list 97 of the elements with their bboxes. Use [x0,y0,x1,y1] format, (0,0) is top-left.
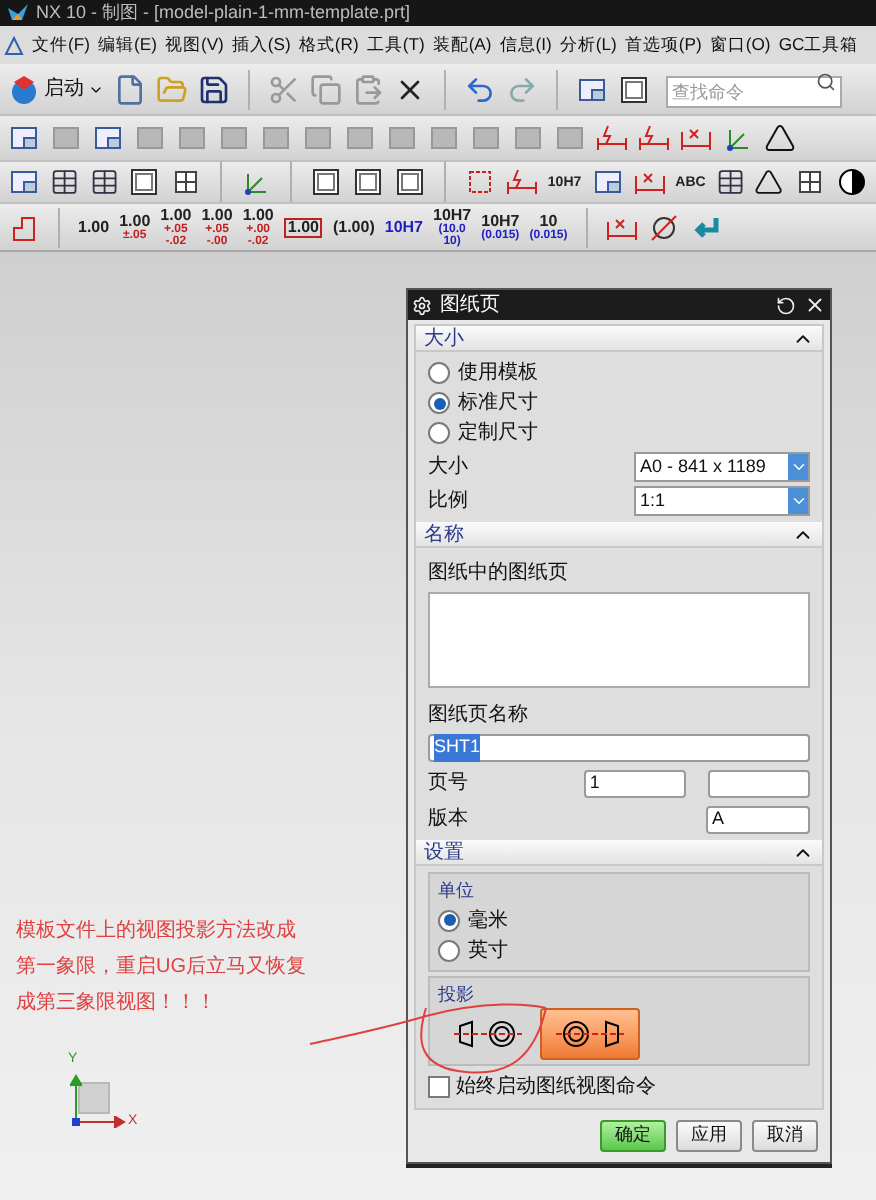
section-title: 设置 [424,839,464,867]
field-label: 图纸页名称 [428,702,530,730]
sheet-icon[interactable] [8,166,40,198]
half-circle-icon[interactable] [836,166,868,198]
menu-item[interactable]: 分析(L) [559,32,617,58]
menu-item[interactable]: 视图(V) [164,32,224,58]
text-field[interactable] [708,769,810,797]
menu-item[interactable]: 装配(A) [432,32,492,58]
sheet-icon[interactable] [576,73,608,105]
group-title: 单位 [438,878,476,904]
radio-button[interactable] [428,422,450,444]
window-title: NX 10 - 制图 - [model-plain-1-mm-template.prt] [36,0,411,26]
start-button[interactable]: 启动 [8,73,104,105]
frame-icon[interactable] [128,166,161,198]
new-file-icon[interactable] [114,73,146,105]
radio-button[interactable] [428,362,450,384]
menu-item[interactable]: 编辑(E) [97,32,157,58]
dimension-icon[interactable] [638,122,670,154]
globe-icon [8,73,40,105]
frame-icon[interactable] [310,166,342,198]
dimension-style-button[interactable]: 1.00 [78,219,110,235]
dialog-title: 图纸页 [440,292,502,320]
section-title: 大小 [424,325,464,353]
checkbox[interactable] [428,1076,450,1098]
undo-icon[interactable] [464,73,496,105]
group-title: 投影 [438,981,476,1007]
radio-label: 使用模板 [458,359,538,388]
text-field[interactable]: 1 [583,769,686,797]
step-outline-icon[interactable] [8,211,40,243]
dropdown[interactable]: A0 - 841 x 1189 [634,452,810,482]
dimension-style-button[interactable]: 1.00 [283,217,323,237]
sheet-icon[interactable] [8,122,40,154]
annotation-text: 模板文件上的视图投影方法改成 第一象限，重启UG后立马又恢复 成第三象限视图！！！ [16,917,306,1018]
menu-item[interactable]: 窗口(O) [709,32,771,58]
projection-symbol-icon [454,1016,522,1052]
dialog-button[interactable]: 取消 [752,1120,818,1152]
close-icon[interactable] [804,294,826,316]
dialog-button[interactable]: 应用 [676,1120,742,1152]
menu-item[interactable]: 首选项(P) [624,32,702,58]
radio-button[interactable] [438,909,460,931]
diameter-icon[interactable] [647,211,680,243]
triangle-icon[interactable] [754,166,784,198]
section-header[interactable]: 名称 [416,522,822,548]
text-field[interactable]: SHT1 [428,734,810,762]
menu-item[interactable]: 插入(S) [231,32,291,58]
reset-icon[interactable] [776,295,796,315]
field-label: 图纸中的图纸页 [428,559,570,588]
dimension-icon[interactable] [505,166,538,198]
x-axis-arrow [74,1116,126,1128]
table-icon[interactable] [50,166,80,198]
dimension-icon[interactable] [596,122,628,154]
dropdown[interactable]: 1:1 [634,486,810,516]
menu-item[interactable]: 格式(R) [298,32,359,58]
menu-item[interactable]: GC工具箱 [778,32,859,58]
checkbox-label: 始终启动图纸视图命令 [456,1073,656,1102]
settings-icon[interactable] [412,295,432,315]
frame-icon[interactable] [394,166,426,198]
search-icon[interactable] [816,71,836,91]
save-icon[interactable] [198,73,230,105]
radio-button[interactable] [438,939,460,961]
frame-icon[interactable] [618,73,650,105]
triangle-icon[interactable] [764,122,796,154]
dialog-button[interactable]: 确定 [600,1120,666,1152]
search-field[interactable]: 查找命令 [666,75,842,107]
menu-item[interactable]: 信息(I) [499,32,552,58]
field-label: 大小 [428,453,468,482]
radio-label: 毫米 [468,907,508,935]
projection-symbol-icon [556,1016,624,1052]
section-header[interactable]: 大小 [416,326,822,352]
radio-label: 英寸 [468,937,508,965]
grid-icon[interactable] [794,166,826,198]
menu-item[interactable]: 工具(T) [366,32,425,58]
field-label: 版本 [428,805,470,834]
third-angle-projection-button[interactable] [540,1008,640,1060]
sheet-icon[interactable] [92,122,124,154]
radio-label: 标准尺寸 [458,389,538,418]
table-icon[interactable] [715,166,745,198]
dashed-square-icon[interactable] [463,166,496,198]
section-title: 名称 [424,521,464,549]
menu-icon [4,35,24,55]
triad-cube-icon [78,1082,110,1114]
menu-item[interactable]: 文件(F) [32,32,90,58]
grid-icon[interactable] [170,166,203,198]
sheet-icon[interactable] [591,166,624,198]
frame-icon[interactable] [352,166,384,198]
field-label: 比例 [428,487,468,516]
y-axis-arrow [70,1072,82,1122]
radio-label: 定制尺寸 [458,419,538,448]
table-icon[interactable] [89,166,119,198]
radio-button[interactable] [428,392,450,414]
app-logo-icon [8,3,28,23]
section-header[interactable]: 设置 [416,840,822,866]
dimension-style-button[interactable]: (1.00) [332,219,375,235]
field-label: 页号 [428,770,470,798]
origin-icon [72,1118,80,1126]
text-field[interactable]: A [706,805,810,833]
dimension-style-button[interactable]: 10H7 [384,219,423,235]
